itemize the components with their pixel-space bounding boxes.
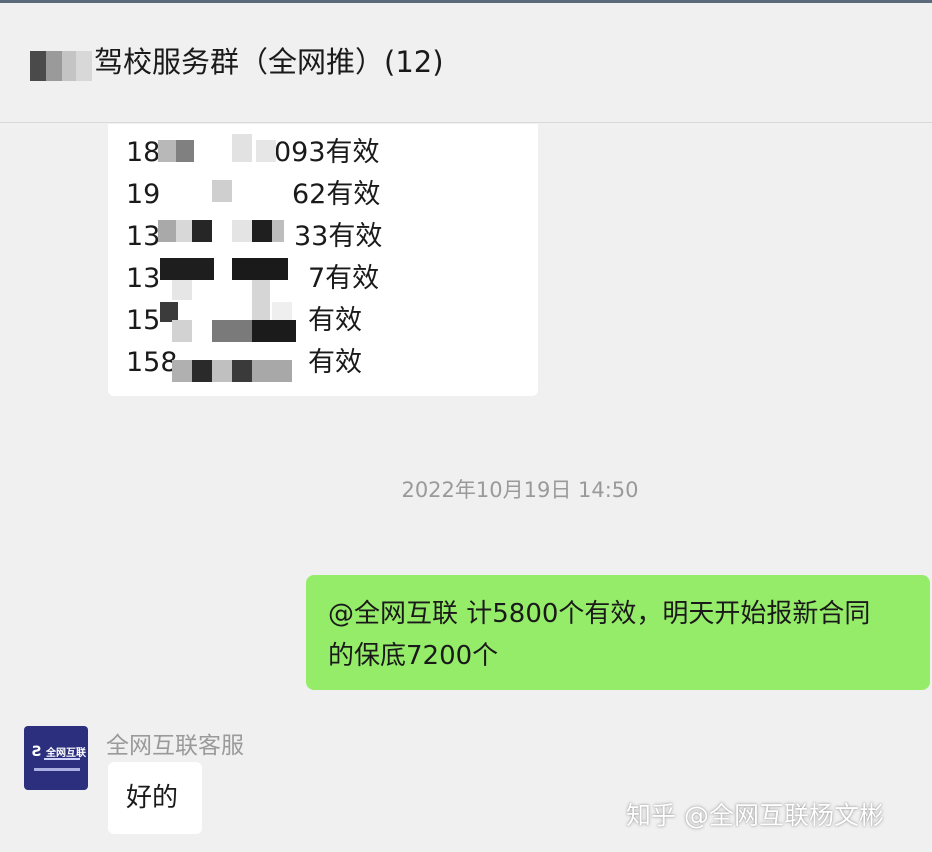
avatar-label: 全网互联 (46, 748, 86, 759)
outgoing-message-line: 的保底7200个 (328, 641, 499, 671)
list-item-suffix: 33有效 (294, 221, 383, 252)
list-item-suffix: 有效 (308, 305, 362, 336)
outgoing-message-line: @全网互联 计5800个有效，明天开始报新合同 (328, 599, 871, 629)
incoming-message-bubble[interactable]: 好的 (108, 762, 202, 834)
avatar[interactable]: Ƨ 全网互联 (24, 726, 88, 790)
list-item-suffix: 7有效 (308, 263, 380, 294)
chat-title[interactable]: 驾校服务群（全网推）(12) (94, 39, 444, 81)
outgoing-message-bubble[interactable]: @全网互联 计5800个有效，明天开始报新合同 的保底7200个 (306, 575, 930, 690)
list-item-suffix: 有效 (308, 347, 362, 378)
chat-header: 驾校服务群（全网推）(12) (0, 3, 932, 123)
contact-list-message[interactable]: 18 093有效 19 62有效 13 33有效 13 7有效 15 有效 15… (108, 124, 538, 396)
list-item-suffix: 62有效 (292, 179, 381, 210)
redacted-title-prefix (30, 51, 92, 83)
redacted-phone-digits (152, 134, 296, 384)
logo-icon: Ƨ (32, 744, 43, 760)
avatar-tagline (34, 768, 80, 771)
message-timestamp: 2022年10月19日 14:50 (401, 478, 639, 502)
watermark: 知乎 @全网互联杨文彬 (626, 801, 884, 830)
avatar-divider (44, 758, 80, 760)
sender-name: 全网互联客服 (106, 733, 244, 759)
